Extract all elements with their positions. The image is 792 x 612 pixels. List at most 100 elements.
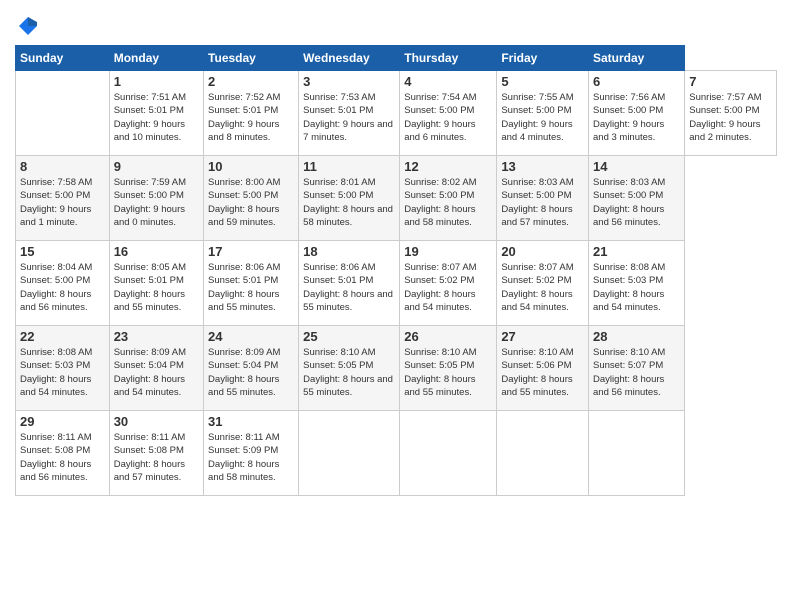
day-number: 14 bbox=[593, 159, 680, 174]
calendar-day-cell: 31 Sunrise: 8:11 AMSunset: 5:09 PMDayligh… bbox=[204, 411, 299, 496]
day-info: Sunrise: 8:03 AMSunset: 5:00 PMDaylight:… bbox=[501, 176, 584, 229]
calendar-day-cell: 20 Sunrise: 8:07 AMSunset: 5:02 PMDayligh… bbox=[497, 241, 589, 326]
day-number: 12 bbox=[404, 159, 492, 174]
day-info: Sunrise: 8:10 AMSunset: 5:06 PMDaylight:… bbox=[501, 346, 584, 399]
day-info: Sunrise: 8:11 AMSunset: 5:08 PMDaylight:… bbox=[114, 431, 199, 484]
calendar-week-row: 22 Sunrise: 8:08 AMSunset: 5:03 PMDayligh… bbox=[16, 326, 777, 411]
day-number: 15 bbox=[20, 244, 105, 259]
calendar-day-cell: 26 Sunrise: 8:10 AMSunset: 5:05 PMDayligh… bbox=[400, 326, 497, 411]
calendar-day-cell: 8Sunrise: 7:58 AMSunset: 5:00 PMDaylight… bbox=[16, 156, 110, 241]
calendar-day-cell: 10Sunrise: 8:00 AMSunset: 5:00 PMDayligh… bbox=[204, 156, 299, 241]
day-number: 31 bbox=[208, 414, 294, 429]
calendar-week-row: 8Sunrise: 7:58 AMSunset: 5:00 PMDaylight… bbox=[16, 156, 777, 241]
calendar-day-cell: 29 Sunrise: 8:11 AMSunset: 5:08 PMDayligh… bbox=[16, 411, 110, 496]
day-number: 13 bbox=[501, 159, 584, 174]
calendar-day-cell: 4 Sunrise: 7:54 AMSunset: 5:00 PMDaylight… bbox=[400, 71, 497, 156]
calendar-week-row: 29 Sunrise: 8:11 AMSunset: 5:08 PMDayligh… bbox=[16, 411, 777, 496]
calendar-day-cell: 3Sunrise: 7:53 AMSunset: 5:01 PMDaylight… bbox=[299, 71, 400, 156]
day-info: Sunrise: 8:10 AMSunset: 5:05 PMDaylight:… bbox=[303, 346, 395, 399]
weekday-header: Monday bbox=[109, 46, 203, 71]
calendar-week-row: 1 Sunrise: 7:51 AMSunset: 5:01 PMDaylight… bbox=[16, 71, 777, 156]
calendar-day-cell: 6Sunrise: 7:56 AMSunset: 5:00 PMDaylight… bbox=[589, 71, 685, 156]
day-number: 25 bbox=[303, 329, 395, 344]
day-number: 23 bbox=[114, 329, 199, 344]
day-info: Sunrise: 8:09 AMSunset: 5:04 PMDaylight:… bbox=[208, 346, 294, 399]
calendar-day-cell: 28 Sunrise: 8:10 AMSunset: 5:07 PMDayligh… bbox=[589, 326, 685, 411]
calendar-day-cell: 12 Sunrise: 8:02 AMSunset: 5:00 PMDayligh… bbox=[400, 156, 497, 241]
calendar-day-cell: 17Sunrise: 8:06 AMSunset: 5:01 PMDayligh… bbox=[204, 241, 299, 326]
day-number: 20 bbox=[501, 244, 584, 259]
day-number: 7 bbox=[689, 74, 772, 89]
day-number: 26 bbox=[404, 329, 492, 344]
day-number: 21 bbox=[593, 244, 680, 259]
day-info: Sunrise: 7:55 AMSunset: 5:00 PMDaylight:… bbox=[501, 91, 584, 144]
day-number: 2 bbox=[208, 74, 294, 89]
calendar-day-cell: 14 Sunrise: 8:03 AMSunset: 5:00 PMDayligh… bbox=[589, 156, 685, 241]
calendar-day-cell bbox=[497, 411, 589, 496]
calendar-day-cell: 7 Sunrise: 7:57 AMSunset: 5:00 PMDaylight… bbox=[685, 71, 777, 156]
calendar-body: 1 Sunrise: 7:51 AMSunset: 5:01 PMDaylight… bbox=[16, 71, 777, 496]
day-number: 24 bbox=[208, 329, 294, 344]
day-number: 16 bbox=[114, 244, 199, 259]
day-number: 19 bbox=[404, 244, 492, 259]
day-number: 4 bbox=[404, 74, 492, 89]
calendar-table: SundayMondayTuesdayWednesdayThursdayFrid… bbox=[15, 45, 777, 496]
calendar-day-cell: 25 Sunrise: 8:10 AMSunset: 5:05 PMDayligh… bbox=[299, 326, 400, 411]
day-number: 1 bbox=[114, 74, 199, 89]
day-info: Sunrise: 7:56 AMSunset: 5:00 PMDaylight:… bbox=[593, 91, 680, 144]
weekday-header: Saturday bbox=[589, 46, 685, 71]
weekday-header: Wednesday bbox=[299, 46, 400, 71]
day-number: 9 bbox=[114, 159, 199, 174]
day-number: 29 bbox=[20, 414, 105, 429]
day-info: Sunrise: 8:03 AMSunset: 5:00 PMDaylight:… bbox=[593, 176, 680, 229]
day-info: Sunrise: 8:11 AMSunset: 5:08 PMDaylight:… bbox=[20, 431, 105, 484]
day-info: Sunrise: 8:02 AMSunset: 5:00 PMDaylight:… bbox=[404, 176, 492, 229]
calendar-day-cell: 27 Sunrise: 8:10 AMSunset: 5:06 PMDayligh… bbox=[497, 326, 589, 411]
day-info: Sunrise: 8:05 AMSunset: 5:01 PMDaylight:… bbox=[114, 261, 199, 314]
calendar-day-cell bbox=[16, 71, 110, 156]
day-number: 17 bbox=[208, 244, 294, 259]
logo-icon bbox=[17, 15, 39, 37]
calendar-day-cell: 9Sunrise: 7:59 AMSunset: 5:00 PMDaylight… bbox=[109, 156, 203, 241]
calendar-day-cell: 16 Sunrise: 8:05 AMSunset: 5:01 PMDayligh… bbox=[109, 241, 203, 326]
day-info: Sunrise: 7:54 AMSunset: 5:00 PMDaylight:… bbox=[404, 91, 492, 144]
calendar-day-cell: 15 Sunrise: 8:04 AMSunset: 5:00 PMDayligh… bbox=[16, 241, 110, 326]
day-info: Sunrise: 8:07 AMSunset: 5:02 PMDaylight:… bbox=[404, 261, 492, 314]
calendar-day-cell: 23 Sunrise: 8:09 AMSunset: 5:04 PMDayligh… bbox=[109, 326, 203, 411]
day-number: 5 bbox=[501, 74, 584, 89]
calendar-day-cell bbox=[400, 411, 497, 496]
header-area bbox=[15, 15, 777, 37]
day-info: Sunrise: 8:04 AMSunset: 5:00 PMDaylight:… bbox=[20, 261, 105, 314]
calendar-day-cell: 30 Sunrise: 8:11 AMSunset: 5:08 PMDayligh… bbox=[109, 411, 203, 496]
calendar-day-cell: 24 Sunrise: 8:09 AMSunset: 5:04 PMDayligh… bbox=[204, 326, 299, 411]
day-info: Sunrise: 8:06 AMSunset: 5:01 PMDaylight:… bbox=[303, 261, 395, 314]
day-number: 22 bbox=[20, 329, 105, 344]
day-info: Sunrise: 7:58 AMSunset: 5:00 PMDaylight:… bbox=[20, 176, 105, 229]
day-info: Sunrise: 8:08 AMSunset: 5:03 PMDaylight:… bbox=[20, 346, 105, 399]
calendar-week-row: 15 Sunrise: 8:04 AMSunset: 5:00 PMDayligh… bbox=[16, 241, 777, 326]
day-info: Sunrise: 8:08 AMSunset: 5:03 PMDaylight:… bbox=[593, 261, 680, 314]
weekday-header: Thursday bbox=[400, 46, 497, 71]
day-number: 28 bbox=[593, 329, 680, 344]
calendar-day-cell: 21 Sunrise: 8:08 AMSunset: 5:03 PMDayligh… bbox=[589, 241, 685, 326]
calendar-day-cell bbox=[589, 411, 685, 496]
day-info: Sunrise: 8:11 AMSunset: 5:09 PMDaylight:… bbox=[208, 431, 294, 484]
calendar-day-cell: 5 Sunrise: 7:55 AMSunset: 5:00 PMDaylight… bbox=[497, 71, 589, 156]
day-info: Sunrise: 8:09 AMSunset: 5:04 PMDaylight:… bbox=[114, 346, 199, 399]
weekday-header: Sunday bbox=[16, 46, 110, 71]
day-info: Sunrise: 8:07 AMSunset: 5:02 PMDaylight:… bbox=[501, 261, 584, 314]
weekday-header: Tuesday bbox=[204, 46, 299, 71]
calendar-day-cell: 11Sunrise: 8:01 AMSunset: 5:00 PMDayligh… bbox=[299, 156, 400, 241]
day-info: Sunrise: 8:10 AMSunset: 5:05 PMDaylight:… bbox=[404, 346, 492, 399]
day-number: 30 bbox=[114, 414, 199, 429]
day-number: 3 bbox=[303, 74, 395, 89]
day-info: Sunrise: 8:10 AMSunset: 5:07 PMDaylight:… bbox=[593, 346, 680, 399]
logo bbox=[15, 15, 39, 37]
day-info: Sunrise: 8:01 AMSunset: 5:00 PMDaylight:… bbox=[303, 176, 395, 229]
day-number: 27 bbox=[501, 329, 584, 344]
weekday-header: Friday bbox=[497, 46, 589, 71]
day-info: Sunrise: 7:51 AMSunset: 5:01 PMDaylight:… bbox=[114, 91, 199, 144]
day-info: Sunrise: 7:57 AMSunset: 5:00 PMDaylight:… bbox=[689, 91, 772, 144]
calendar-day-cell: 19 Sunrise: 8:07 AMSunset: 5:02 PMDayligh… bbox=[400, 241, 497, 326]
weekday-row: SundayMondayTuesdayWednesdayThursdayFrid… bbox=[16, 46, 777, 71]
